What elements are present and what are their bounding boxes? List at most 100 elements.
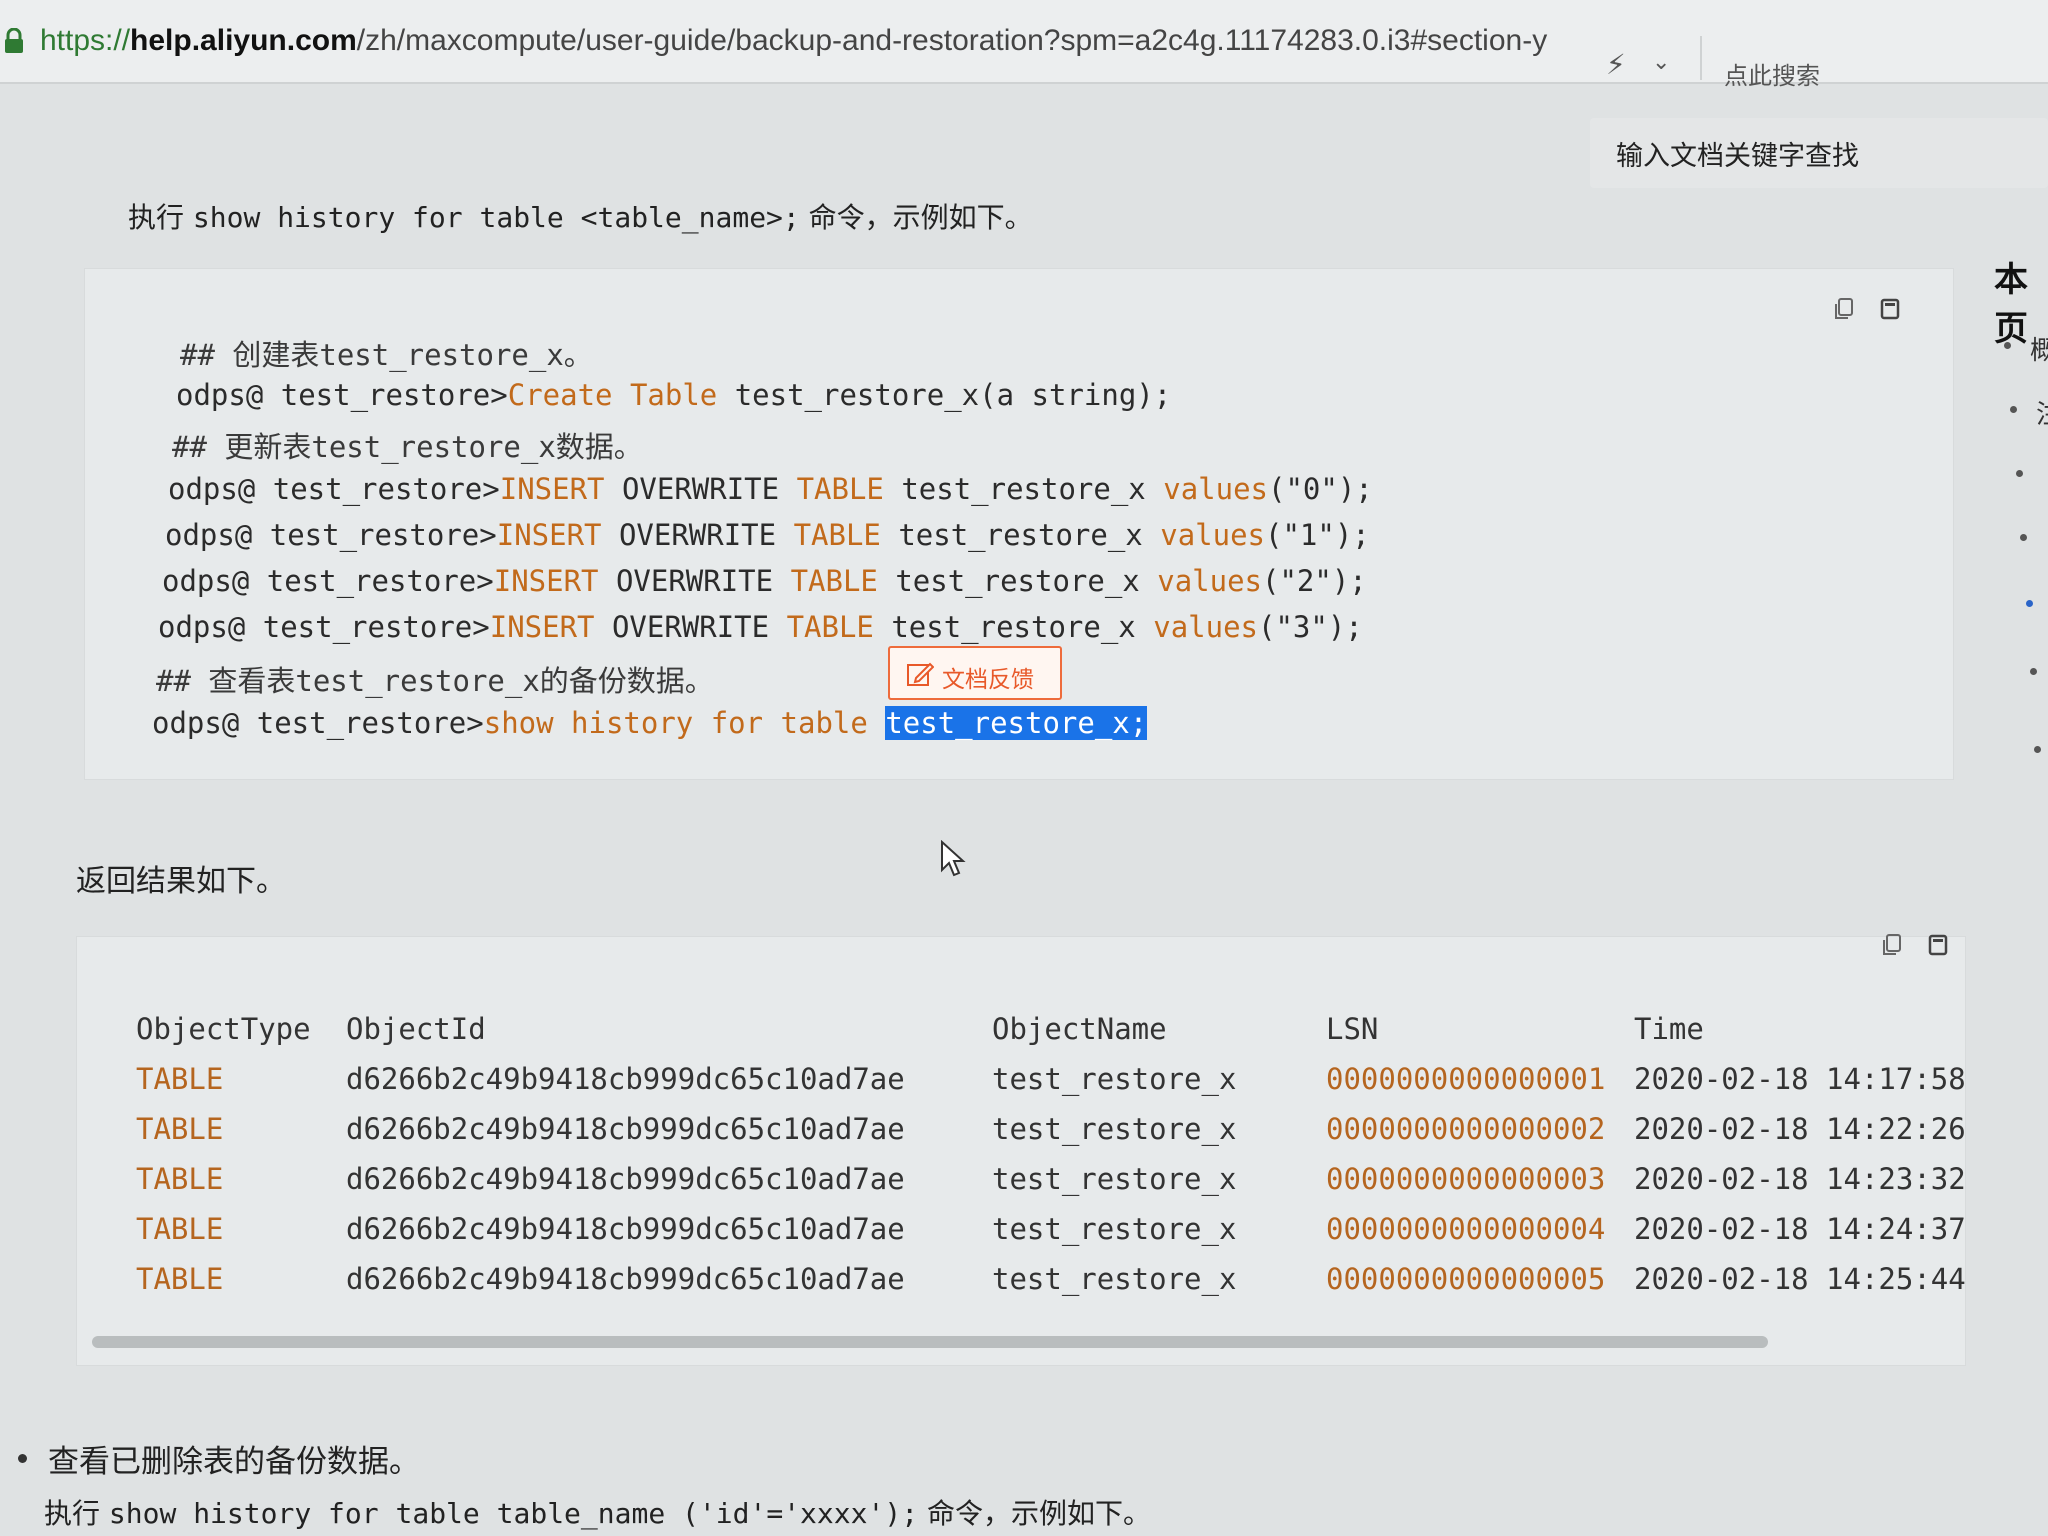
code-text: ## 创建表test_restore_x。 — [180, 338, 593, 372]
instruction-prefix: 执行 — [128, 201, 193, 234]
code-text: odps@ test_restore> — [152, 706, 484, 740]
header-objectid: ObjectId — [346, 1012, 486, 1046]
code-keyword: TABLE — [793, 518, 881, 552]
cell-objecttype: TABLE — [136, 1062, 224, 1096]
browser-address-bar[interactable]: https://help.aliyun.com/zh/maxcompute/us… — [0, 0, 2048, 90]
cell-time: 2020-02-18 14:17:58 — [1634, 1062, 1966, 1096]
horizontal-scrollbar[interactable] — [92, 1336, 1768, 1348]
code-text: ## 查看表test_restore_x的备份数据。 — [156, 664, 714, 698]
code-comment-line: ## 创建表test_restore_x。 — [180, 332, 593, 374]
toc-bullet — [2034, 746, 2041, 753]
cell-time: 2020-02-18 14:25:44 — [1634, 1262, 1966, 1296]
code-keyword: INSERT — [493, 564, 599, 598]
cell-objecttype: TABLE — [136, 1112, 224, 1146]
code-text: odps@ test_restore> — [162, 564, 494, 598]
cell-objectname: test_restore_x — [992, 1112, 1237, 1146]
code-line: odps@ test_restore>INSERT OVERWRITE TABL… — [168, 472, 1373, 506]
cell-time: 2020-02-18 14:22:26 — [1634, 1112, 1966, 1146]
code-text: OVERWRITE — [594, 610, 787, 644]
cell-objectname: test_restore_x — [992, 1162, 1237, 1196]
code-text: odps@ test_restore> — [165, 518, 497, 552]
lock-icon — [5, 28, 23, 53]
list-bullet — [18, 1454, 27, 1463]
cell-objectname: test_restore_x — [992, 1212, 1237, 1246]
code-text: OVERWRITE — [604, 472, 797, 506]
inline-command: show history for table table_name ('id'=… — [108, 1497, 919, 1530]
instruction-text-2: 执行 show history for table table_name ('i… — [44, 1492, 1151, 1532]
code-text: test_restore_x — [873, 610, 1154, 644]
header-lsn: LSN — [1326, 1012, 1379, 1046]
instruction-suffix: 命令，示例如下。 — [918, 1497, 1151, 1530]
edit-icon — [907, 662, 934, 686]
toc-item[interactable]: 概 — [2030, 330, 2048, 367]
doc-feedback-button[interactable]: 文档反馈 — [888, 646, 1062, 700]
code-text: test_restore_x — [877, 564, 1158, 598]
fullscreen-icon[interactable] — [1927, 933, 1949, 957]
header-objecttype: ObjectType — [136, 1012, 311, 1046]
code-comment-line: ## 查看表test_restore_x的备份数据。 — [156, 658, 714, 700]
toc-bullet-active — [2026, 600, 2033, 607]
cell-objectid: d6266b2c49b9418cb999dc65c10ad7ae — [346, 1212, 905, 1246]
cell-lsn: 0000000000000001 — [1326, 1062, 1606, 1096]
code-text: test_restore_x — [880, 518, 1161, 552]
browser-search-hint[interactable]: 点此搜索 — [1724, 56, 1820, 91]
code-keyword: values — [1163, 472, 1268, 506]
code-line: odps@ test_restore>INSERT OVERWRITE TABL… — [162, 564, 1367, 598]
code-text: odps@ test_restore> — [158, 610, 490, 644]
code-text: ("3"); — [1258, 610, 1363, 644]
result-code-block — [76, 933, 1966, 1366]
selected-code-text: test_restore_x; — [885, 706, 1148, 740]
cell-objectid: d6266b2c49b9418cb999dc65c10ad7ae — [346, 1062, 905, 1096]
code-line: odps@ test_restore>show history for tabl… — [152, 706, 1148, 740]
cell-objectid: d6266b2c49b9418cb999dc65c10ad7ae — [346, 1262, 905, 1296]
header-objectname: ObjectName — [992, 1012, 1167, 1046]
instruction-text: 执行 show history for table <table_name>; … — [128, 196, 1033, 236]
code-text: odps@ test_restore> — [168, 472, 500, 506]
divider — [1700, 36, 1702, 80]
url-text[interactable]: https://help.aliyun.com/zh/maxcompute/us… — [40, 24, 1547, 58]
code-line: odps@ test_restore>Create Table test_res… — [176, 378, 1171, 412]
cell-objectname: test_restore_x — [992, 1062, 1237, 1096]
copy-icon[interactable] — [1881, 933, 1903, 957]
header-time: Time — [1634, 1012, 1704, 1046]
url-host: help.aliyun.com — [130, 24, 357, 57]
toc-bullet — [2004, 342, 2011, 349]
mouse-cursor-icon — [941, 840, 966, 877]
code-line: odps@ test_restore>INSERT OVERWRITE TABL… — [165, 518, 1370, 552]
code-keyword: Create Table — [507, 378, 718, 412]
url-path: /zh/maxcompute/user-guide/backup-and-res… — [356, 24, 1548, 57]
toc-item[interactable]: 注 — [2036, 394, 2048, 431]
toc-bullet — [2016, 470, 2023, 477]
code-keyword: TABLE — [790, 564, 878, 598]
cell-objectname: test_restore_x — [992, 1262, 1237, 1296]
cell-objectid: d6266b2c49b9418cb999dc65c10ad7ae — [346, 1162, 905, 1196]
code-keyword: values — [1160, 518, 1265, 552]
code-keyword: show history for table — [483, 706, 868, 740]
cell-objecttype: TABLE — [136, 1162, 224, 1196]
code-line: odps@ test_restore>INSERT OVERWRITE TABL… — [158, 610, 1363, 644]
code-text: OVERWRITE — [598, 564, 791, 598]
cell-time: 2020-02-18 14:24:37 — [1634, 1212, 1966, 1246]
toc-bullet — [2030, 668, 2037, 675]
url-protocol: https:// — [40, 24, 131, 57]
cell-objecttype: TABLE — [136, 1262, 224, 1296]
fullscreen-icon[interactable] — [1879, 297, 1901, 321]
code-keyword: INSERT — [489, 610, 595, 644]
instruction-prefix: 执行 — [44, 1497, 109, 1530]
cell-objectid: d6266b2c49b9418cb999dc65c10ad7ae — [346, 1112, 905, 1146]
code-keyword: TABLE — [796, 472, 884, 506]
doc-search-input[interactable]: 输入文档关键字查找 — [1590, 118, 2048, 188]
code-text: ("2"); — [1262, 564, 1367, 598]
copy-icon[interactable] — [1833, 297, 1855, 321]
lightning-icon[interactable]: ⚡ — [1606, 48, 1626, 81]
code-keyword: TABLE — [786, 610, 874, 644]
cell-lsn: 0000000000000003 — [1326, 1162, 1606, 1196]
result-intro: 返回结果如下。 — [76, 864, 286, 899]
toc-bullet — [2010, 406, 2017, 413]
code-comment-line: ## 更新表test_restore_x数据。 — [172, 424, 643, 466]
code-keyword: values — [1157, 564, 1262, 598]
cell-time: 2020-02-18 14:23:32 — [1634, 1162, 1966, 1196]
code-text: odps@ test_restore> — [176, 378, 508, 412]
chevron-down-icon[interactable]: ⌄ — [1652, 50, 1670, 75]
